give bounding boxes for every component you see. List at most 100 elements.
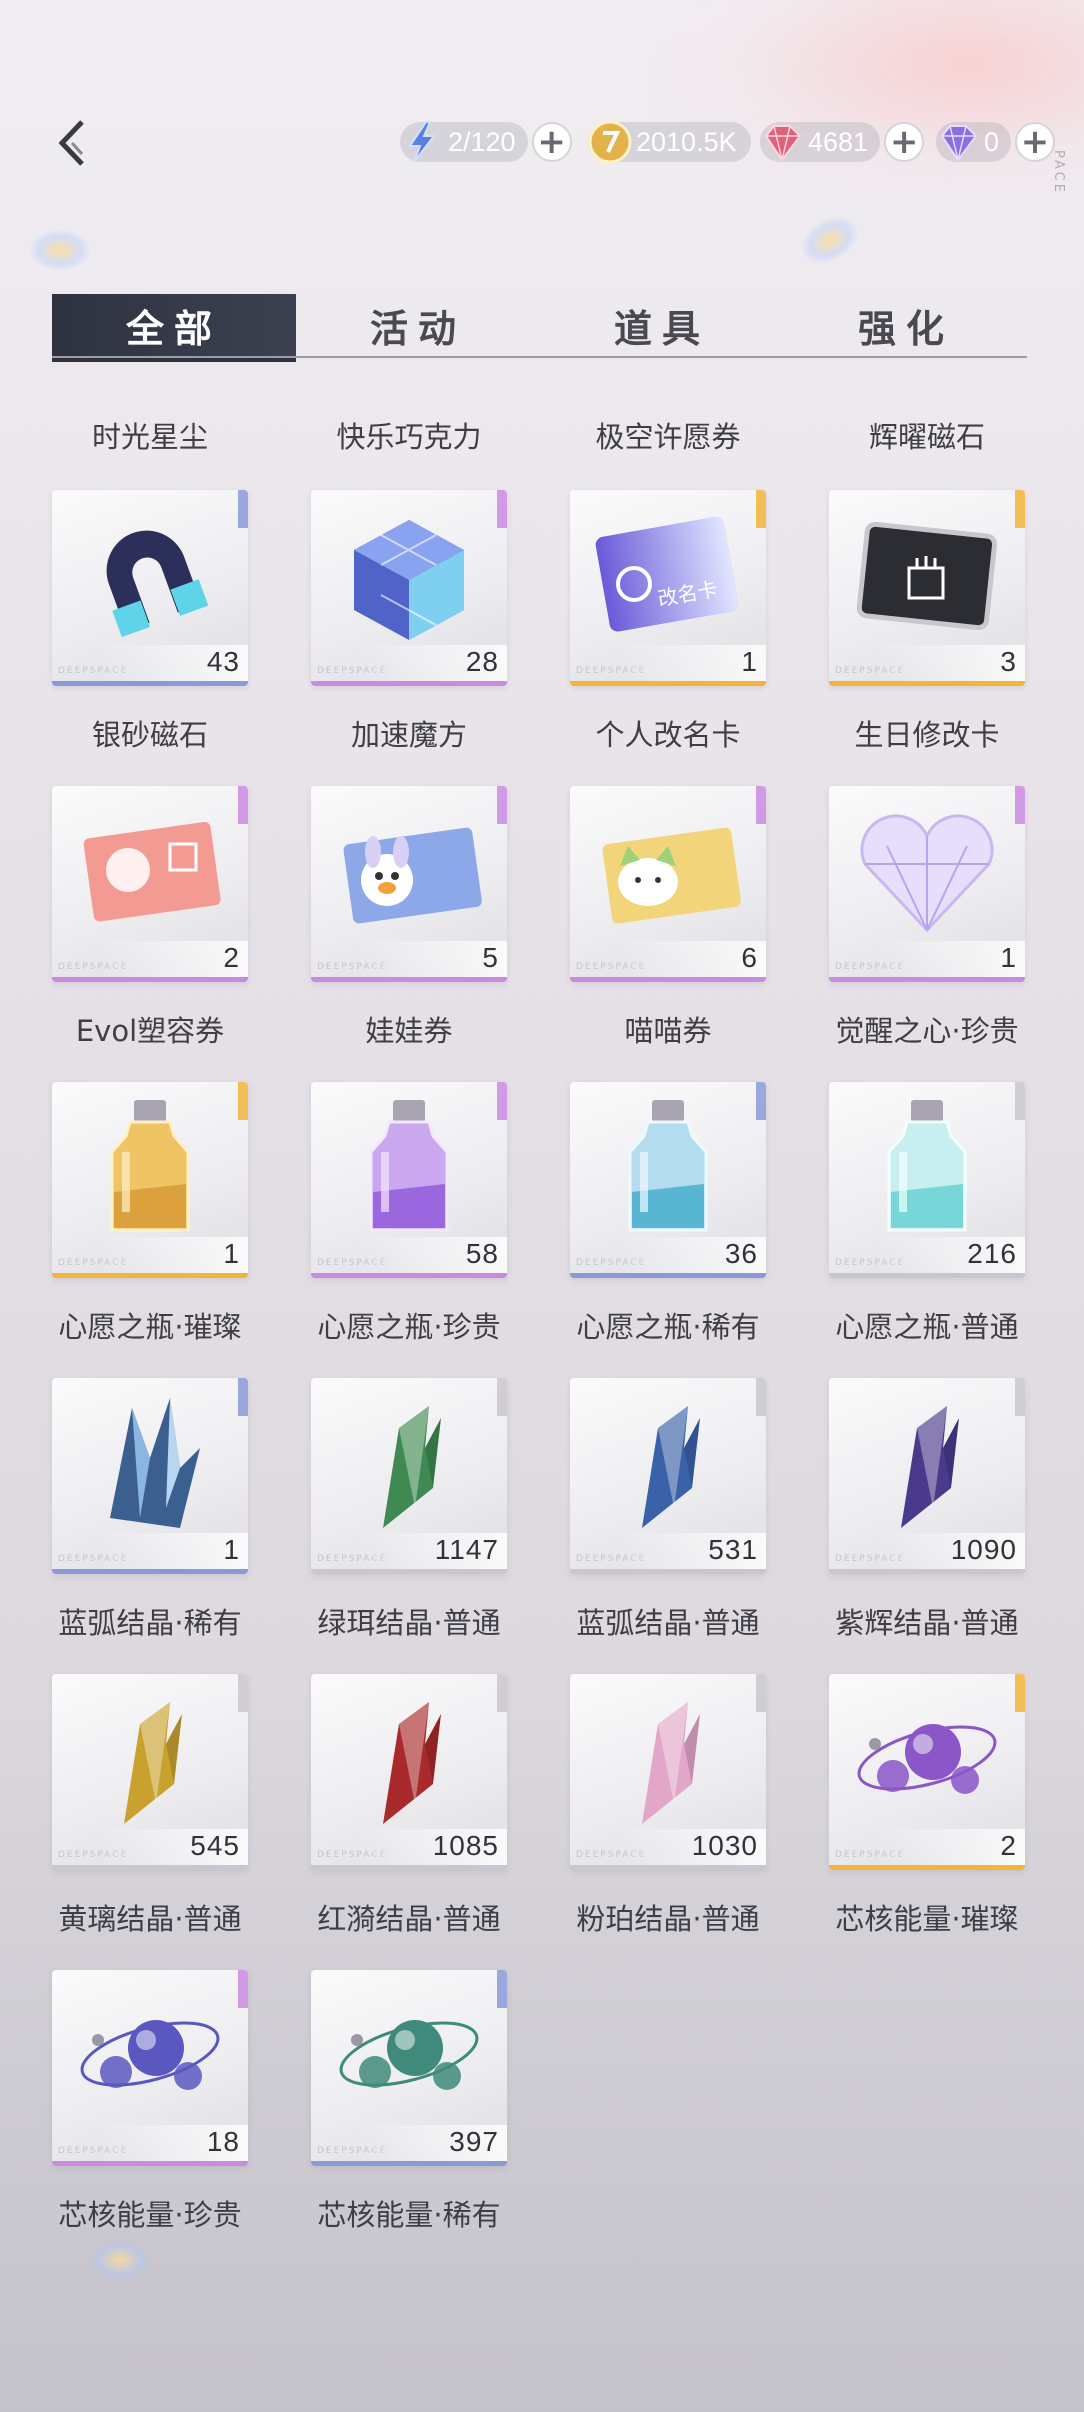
rarity-tag xyxy=(238,786,248,824)
item-name-label: 娃娃券 xyxy=(365,1014,453,1048)
rarity-tag xyxy=(497,490,507,528)
gold-coin-icon xyxy=(586,118,634,166)
item-card[interactable]: DEEPSPACE 1 xyxy=(52,1378,248,1574)
item-quantity: 545 xyxy=(190,1830,240,1861)
rarity-tag xyxy=(1015,1674,1025,1712)
item-card[interactable]: DEEPSPACE 216 xyxy=(829,1082,1025,1278)
doll-ticket-icon xyxy=(329,796,489,946)
item-quantity: 1 xyxy=(1000,942,1017,973)
add-purple-diamond-button[interactable]: + xyxy=(1015,122,1056,162)
item-card[interactable]: DEEPSPACE 1090 xyxy=(829,1378,1025,1574)
item-card[interactable]: DEEPSPACE 3 xyxy=(829,490,1025,686)
item-quantity: 1085 xyxy=(432,1830,499,1861)
add-red-diamond-button[interactable]: + xyxy=(884,122,925,162)
item-quantity: 1030 xyxy=(691,1830,758,1861)
currency-pill: 2010.5K xyxy=(588,120,751,164)
heart-gem-icon xyxy=(847,796,1007,946)
item-name-label: 芯核能量·璀璨 xyxy=(835,1902,1019,1936)
item-quantity: 397 xyxy=(449,2126,499,2157)
rarity-bar xyxy=(570,1273,766,1278)
rarity-tag xyxy=(1015,1082,1025,1120)
tab-activity[interactable]: 活动 xyxy=(296,294,540,356)
item-card[interactable]: DEEPSPACE 58 xyxy=(311,1082,507,1278)
item-card[interactable]: DEEPSPACE 1030 xyxy=(570,1674,766,1870)
rarity-tag xyxy=(497,1674,507,1712)
crystal-icon xyxy=(329,1388,489,1538)
crystal-icon xyxy=(329,1684,489,1834)
item-quantity: 3 xyxy=(1000,646,1017,677)
add-stamina-button[interactable]: + xyxy=(531,122,572,162)
item-card[interactable]: DEEPSPACE 1 xyxy=(52,1082,248,1278)
rarity-tag xyxy=(238,1970,248,2008)
item-card[interactable]: DEEPSPACE 36 xyxy=(570,1082,766,1278)
rarity-tag xyxy=(238,1378,248,1416)
crystal-icon xyxy=(70,1684,230,1834)
item-card[interactable]: DEEPSPACE 28 xyxy=(311,490,507,686)
item-name-label: 芯核能量·珍贵 xyxy=(58,2198,242,2232)
rarity-tag xyxy=(1015,1378,1025,1416)
back-button[interactable] xyxy=(52,118,92,168)
item-card[interactable]: DEEPSPACE 1147 xyxy=(311,1378,507,1574)
category-tabs: 全部 活动 道具 强化 xyxy=(52,294,1028,362)
rarity-tag xyxy=(497,1082,507,1120)
item-card[interactable]: DEEPSPACE 2 xyxy=(829,1674,1025,1870)
rarity-bar xyxy=(52,2161,248,2166)
item-name-label: 个人改名卡 xyxy=(595,718,741,752)
item-name-label: 蓝弧结晶·稀有 xyxy=(58,1606,242,1640)
item-name-label: 紫辉结晶·普通 xyxy=(835,1606,1019,1640)
currency-pill: 2/120 xyxy=(400,121,528,163)
rarity-bar xyxy=(52,1273,248,1278)
item-quantity: 1090 xyxy=(950,1534,1017,1565)
item-card[interactable]: DEEPSPACE 2 xyxy=(52,786,248,982)
item-name-label: 加速魔方 xyxy=(350,718,467,752)
item-card[interactable]: DEEPSPACE 545 xyxy=(52,1674,248,1870)
item-card[interactable]: DEEPSPACE 397 xyxy=(311,1970,507,2166)
item-quantity: 2 xyxy=(1000,1830,1017,1861)
item-name-label: 喵喵券 xyxy=(624,1014,712,1048)
sparkle-decoration xyxy=(90,2240,150,2280)
rarity-tag xyxy=(1015,490,1025,528)
rename-card-icon: 改名卡 xyxy=(588,500,748,650)
tab-all[interactable]: 全部 xyxy=(52,294,296,362)
rarity-bar xyxy=(311,681,507,686)
item-quantity: 1 xyxy=(223,1534,240,1565)
item-quantity: 1147 xyxy=(434,1534,499,1565)
item-card[interactable]: 改名卡 DEEPSPACE 1 xyxy=(570,490,766,686)
rarity-bar xyxy=(570,681,766,686)
rarity-bar xyxy=(829,1569,1025,1574)
top-right-glow xyxy=(604,0,1084,220)
item-card[interactable]: DEEPSPACE 43 xyxy=(52,490,248,686)
item-card[interactable]: DEEPSPACE 1 xyxy=(829,786,1025,982)
magnet-icon xyxy=(70,500,230,650)
currency-stamina[interactable]: 2/120 + xyxy=(400,120,572,164)
item-quantity: 36 xyxy=(724,1238,758,1269)
rarity-bar xyxy=(829,1865,1025,1870)
item-name-label: 银砂磁石 xyxy=(91,718,208,752)
rarity-tag xyxy=(497,1378,507,1416)
item-card[interactable]: DEEPSPACE 531 xyxy=(570,1378,766,1574)
red-diamond-icon xyxy=(758,118,806,166)
currency-gold: 2010.5K xyxy=(588,120,751,164)
item-name-label: 快乐巧克力 xyxy=(336,420,482,454)
currency-purple-diamond[interactable]: 0 + xyxy=(936,120,1056,164)
rarity-tag xyxy=(756,786,766,824)
item-name-label: 蓝弧结晶·普通 xyxy=(576,1606,760,1640)
rarity-bar xyxy=(570,1865,766,1870)
tab-enhance[interactable]: 强化 xyxy=(784,294,1028,356)
rarity-bar xyxy=(52,977,248,982)
rarity-tag xyxy=(497,786,507,824)
tab-items[interactable]: 道具 xyxy=(540,294,784,356)
item-card[interactable]: DEEPSPACE 6 xyxy=(570,786,766,982)
item-name-label: 心愿之瓶·稀有 xyxy=(576,1310,760,1344)
item-quantity: 18 xyxy=(206,2126,240,2157)
item-quantity: 28 xyxy=(465,646,499,677)
currency-red-diamond[interactable]: 4681 + xyxy=(758,118,925,166)
item-card[interactable]: DEEPSPACE 5 xyxy=(311,786,507,982)
item-card[interactable]: DEEPSPACE 18 xyxy=(52,1970,248,2166)
item-name-label: 时光星尘 xyxy=(91,420,208,454)
rarity-tag xyxy=(1015,786,1025,824)
rarity-tag xyxy=(238,1674,248,1712)
gold-value: 2010.5K xyxy=(636,126,737,157)
bottle-teal-icon xyxy=(847,1092,1007,1242)
item-card[interactable]: DEEPSPACE 1085 xyxy=(311,1674,507,1870)
